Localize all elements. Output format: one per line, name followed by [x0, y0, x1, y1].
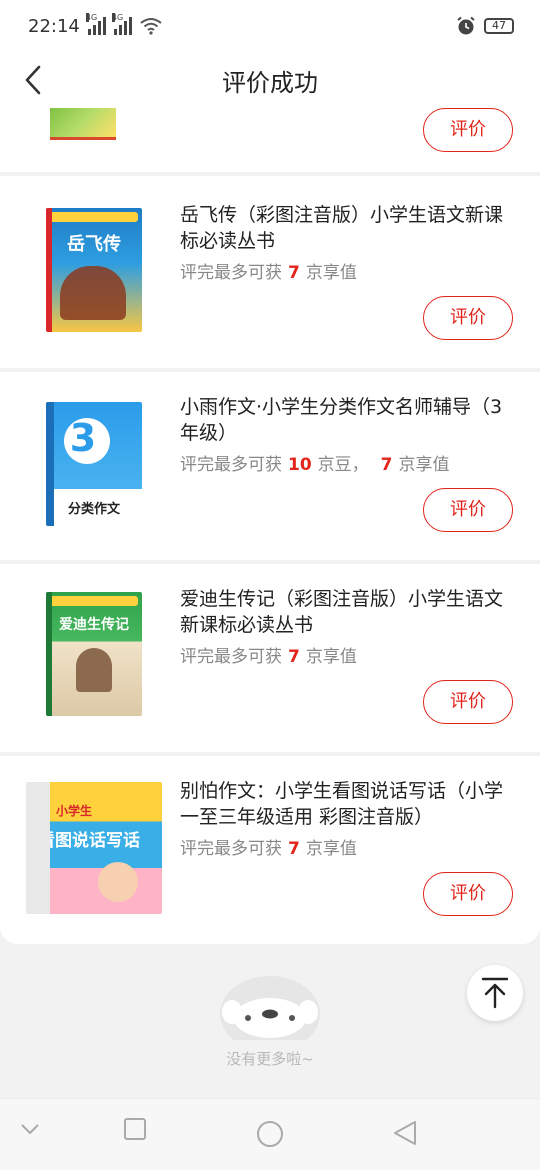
reward-amount: 7: [288, 647, 300, 667]
reward-amount: 10: [288, 455, 312, 475]
signal-icon-2: 4G: [111, 13, 132, 35]
alarm-icon: [457, 16, 475, 35]
rate-button[interactable]: 评价: [423, 108, 513, 152]
list-item[interactable]: 3 分类作文 小雨作文·小学生分类作文名师辅导（3年级） 评完最多可获 10 京豆，…: [0, 372, 540, 564]
cover-number: 3: [69, 416, 97, 460]
product-list: 评价 岳飞传 岳飞传（彩图注音版）小学生语文新课标必读丛书 评完最多可获 7 京享值…: [0, 108, 540, 944]
status-bar: 22:14 4G 4G 47: [0, 0, 540, 52]
rate-button[interactable]: 评价: [423, 872, 513, 916]
reward-amount: 7: [380, 455, 393, 475]
product-cover[interactable]: 爱迪生传记: [46, 592, 142, 716]
product-cover[interactable]: 岳飞传: [46, 208, 142, 332]
reward-prefix: 评完最多可获: [180, 455, 282, 475]
square-icon: [124, 1118, 146, 1140]
product-title[interactable]: 岳飞传（彩图注音版）小学生语文新课标必读丛书: [180, 202, 520, 254]
arrow-up-icon: [481, 977, 509, 1009]
product-title[interactable]: 别怕作文：小学生看图说话写话（小学一至三年级适用 彩图注音版）: [180, 778, 520, 830]
reward-unit: 京享值: [305, 263, 357, 283]
nav-home-button[interactable]: [255, 1119, 285, 1149]
reward-prefix: 评完最多可获: [180, 647, 282, 667]
list-item[interactable]: 爱迪生传记 爱迪生传记（彩图注音版）小学生语文新课标必读丛书 评完最多可获 7 京享…: [0, 564, 540, 756]
network-type: 4G: [85, 13, 98, 22]
reward-text: 评完最多可获 10 京豆， 7 京享值: [180, 450, 450, 475]
status-left: 22:14 4G 4G: [28, 13, 162, 37]
reward-prefix: 评完最多可获: [180, 839, 282, 859]
reward-unit: 京豆，: [317, 455, 369, 475]
list-item[interactable]: 岳飞传 岳飞传（彩图注音版）小学生语文新课标必读丛书 评完最多可获 7 京享值 评价: [0, 180, 540, 372]
reward-unit: 京享值: [305, 839, 357, 859]
reward-amount: 7: [288, 839, 300, 859]
page-title: 评价成功: [222, 68, 318, 97]
product-title[interactable]: 小雨作文·小学生分类作文名师辅导（3年级）: [180, 394, 520, 446]
rate-button[interactable]: 评价: [423, 296, 513, 340]
triangle-back-icon: [394, 1121, 416, 1145]
status-right: 47: [456, 16, 514, 36]
list-item[interactable]: 小学生 看图说话写话 别怕作文：小学生看图说话写话（小学一至三年级适用 彩图注音…: [0, 756, 540, 944]
rate-button[interactable]: 评价: [423, 488, 513, 532]
product-title[interactable]: 爱迪生传记（彩图注音版）小学生语文新课标必读丛书: [180, 586, 520, 638]
cover-title: 爱迪生传记: [59, 617, 129, 633]
list-item: 评价: [0, 108, 540, 176]
cover-title: 分类作文: [67, 502, 120, 517]
no-more-text: 没有更多啦~: [226, 1050, 314, 1068]
chevron-down-icon: [21, 1124, 39, 1135]
product-cover[interactable]: 3 分类作文: [46, 402, 142, 526]
product-cover[interactable]: 小学生 看图说话写话: [26, 782, 162, 914]
empty-mascot-icon: [220, 976, 320, 1040]
nav-recents-button[interactable]: [123, 1117, 147, 1141]
reward-text: 评完最多可获 7 京享值: [180, 834, 357, 859]
reward-prefix: 评完最多可获: [180, 263, 282, 283]
back-to-top-button[interactable]: [467, 965, 523, 1021]
battery-icon: 47: [484, 18, 514, 34]
system-nav-bar: [0, 1098, 540, 1170]
wifi-icon: [140, 18, 162, 35]
reward-amount: 7: [288, 263, 300, 283]
circle-icon: [257, 1121, 283, 1147]
back-arrow-icon: [25, 65, 41, 95]
header: 评价成功: [0, 52, 540, 108]
nav-back-button[interactable]: [392, 1119, 418, 1147]
status-time: 22:14: [28, 15, 80, 37]
signal-icon: 4G: [85, 13, 106, 35]
nav-collapse-button[interactable]: [20, 1123, 40, 1135]
back-button[interactable]: [18, 62, 48, 98]
reward-unit: 京享值: [305, 647, 357, 667]
cover-title: 岳飞传: [67, 234, 121, 255]
product-cover: [50, 108, 116, 140]
network-type-2: 4G: [111, 13, 124, 22]
reward-text: 评完最多可获 7 京享值: [180, 258, 357, 283]
reward-unit: 京享值: [398, 455, 450, 475]
reward-text: 评完最多可获 7 京享值: [180, 642, 357, 667]
rate-button[interactable]: 评价: [423, 680, 513, 724]
